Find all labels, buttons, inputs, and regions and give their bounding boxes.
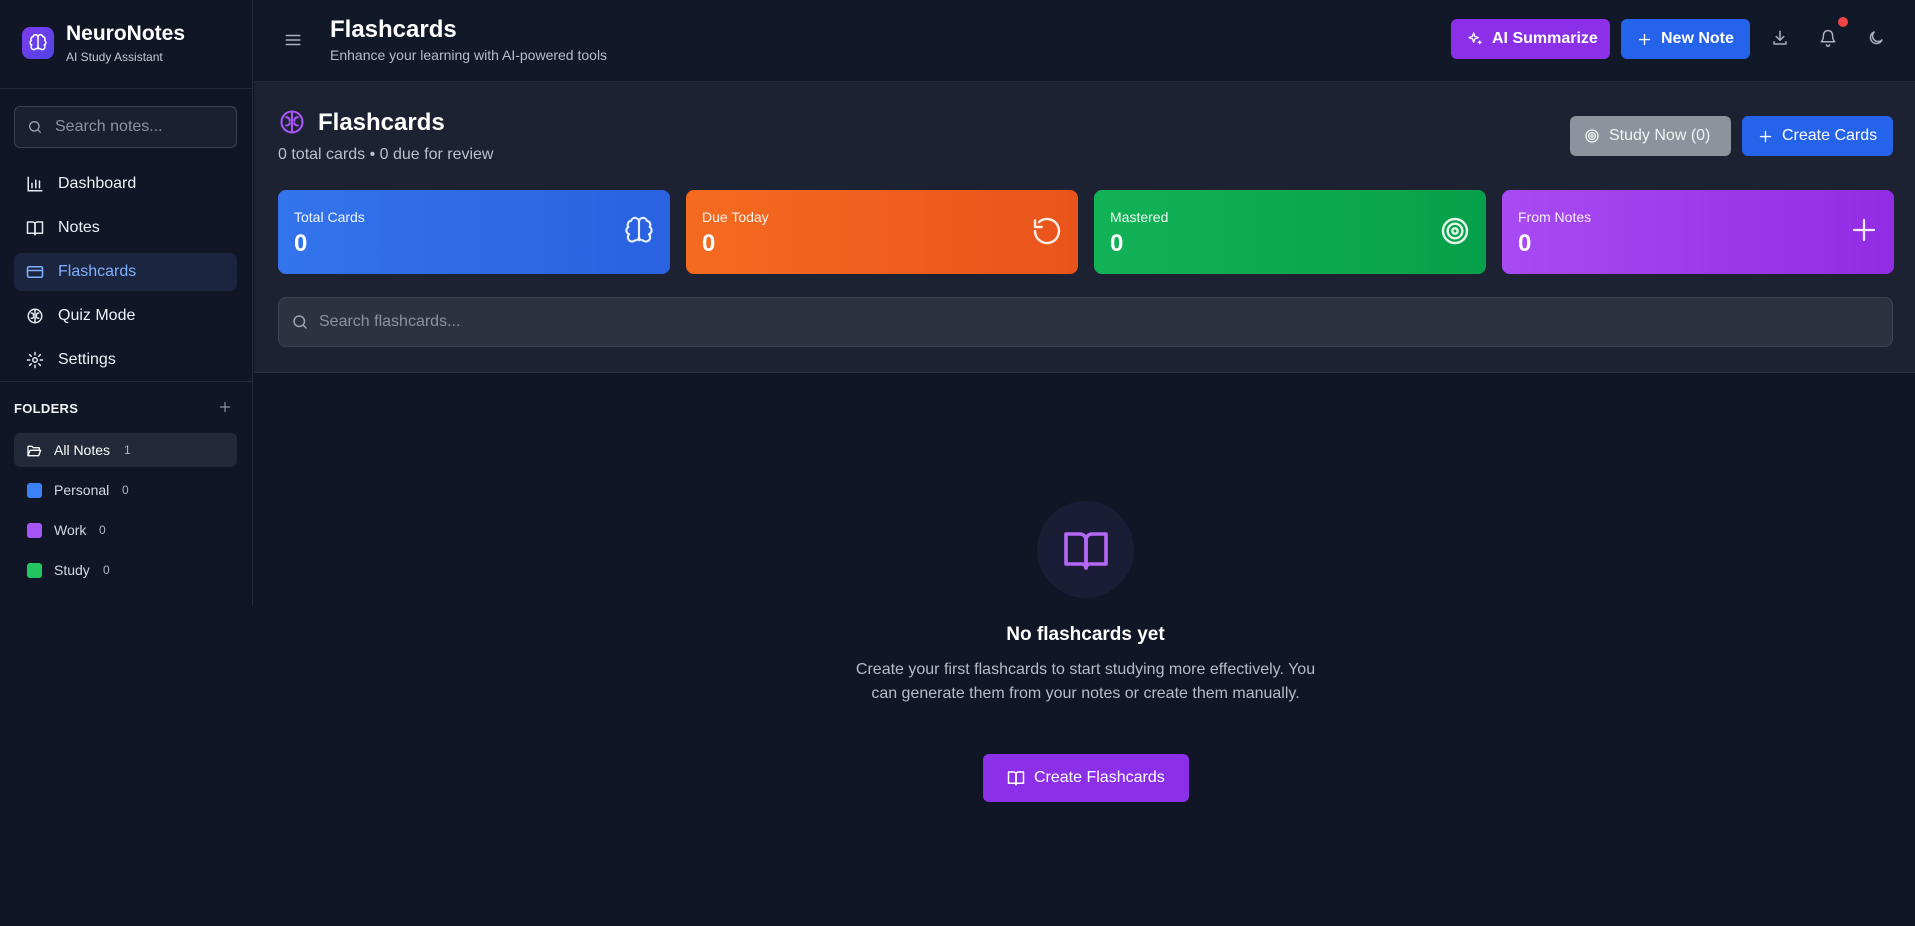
flashcards-header: Flashcards 0 total cards • 0 due for rev…: [254, 82, 1915, 373]
stat-value: 0: [702, 230, 716, 257]
stat-label: From Notes: [1518, 209, 1592, 225]
folder-count: 1: [124, 443, 131, 457]
brain-icon: [623, 215, 655, 247]
target-icon: [1439, 215, 1471, 247]
flashcards-search: [278, 297, 1893, 347]
sidebar-item-label: Flashcards: [58, 263, 137, 280]
download-icon[interactable]: [1771, 29, 1789, 47]
stat-value: 0: [1110, 230, 1124, 257]
stat-from-notes: From Notes 0: [1502, 190, 1894, 274]
moon-icon[interactable]: [1867, 29, 1885, 47]
app-tagline: AI Study Assistant: [66, 50, 163, 64]
folder-label: Study: [54, 562, 90, 578]
stat-label: Mastered: [1110, 209, 1169, 225]
folder-label: Personal: [54, 482, 110, 498]
ai-summarize-button[interactable]: AI Summarize: [1451, 19, 1610, 59]
stat-total-cards: Total Cards 0: [278, 190, 670, 274]
folder-color-swatch: [27, 523, 42, 538]
folder-study[interactable]: Study 0: [14, 553, 237, 587]
stat-due-today: Due Today 0: [686, 190, 1078, 274]
section-title: Flashcards: [318, 109, 445, 136]
page-title: Flashcards: [330, 16, 457, 43]
create-cards-label: Create Cards: [1782, 127, 1878, 144]
brain-icon: [278, 108, 306, 136]
folder-work[interactable]: Work 0: [14, 513, 237, 547]
plus-icon: [1637, 32, 1652, 47]
flashcards-search-input[interactable]: [319, 298, 1879, 346]
sidebar-item-label: Quiz Mode: [58, 307, 136, 324]
topbar: Flashcards Enhance your learning with AI…: [254, 0, 1915, 82]
menu-icon[interactable]: [284, 31, 302, 49]
sparkles-icon: [1467, 31, 1483, 47]
add-folder-icon[interactable]: [218, 400, 232, 414]
folder-count: 0: [99, 523, 106, 537]
sidebar-item-notes[interactable]: Notes: [14, 209, 237, 247]
folder-all-notes[interactable]: All Notes 1: [14, 433, 237, 467]
sidebar-item-quiz-mode[interactable]: Quiz Mode: [14, 297, 237, 335]
search-icon: [291, 313, 309, 331]
folders-heading: FOLDERS: [14, 401, 79, 416]
notification-badge: [1838, 17, 1848, 27]
sidebar-item-settings[interactable]: Settings: [14, 341, 237, 379]
empty-state-illustration: [1037, 501, 1134, 598]
stat-mastered: Mastered 0: [1094, 190, 1486, 274]
ai-summarize-label: AI Summarize: [1492, 30, 1598, 47]
gear-icon: [26, 351, 44, 369]
study-now-button[interactable]: Study Now (0): [1570, 116, 1731, 156]
create-cards-button[interactable]: Create Cards: [1742, 116, 1893, 156]
app-name: NeuroNotes: [66, 22, 186, 45]
book-icon: [26, 219, 44, 237]
folder-personal[interactable]: Personal 0: [14, 473, 237, 507]
notes-search-input[interactable]: [55, 107, 230, 147]
stat-label: Due Today: [702, 209, 769, 225]
new-note-button[interactable]: New Note: [1621, 19, 1750, 59]
folder-count: 0: [103, 563, 110, 577]
brain-icon: [26, 307, 44, 325]
folder-color-swatch: [27, 483, 42, 498]
book-open-icon: [1007, 769, 1025, 787]
sidebar-item-dashboard[interactable]: Dashboard: [14, 165, 237, 203]
sidebar: NeuroNotes AI Study Assistant Dashboard …: [0, 0, 253, 605]
folder-open-icon: [26, 443, 42, 459]
sidebar-item-flashcards[interactable]: Flashcards: [14, 253, 237, 291]
empty-state-description: Create your first flashcards to start st…: [855, 661, 1316, 702]
create-flashcards-button[interactable]: Create Flashcards: [983, 754, 1189, 802]
cards-summary: 0 total cards • 0 due for review: [278, 146, 494, 163]
rotate-icon: [1031, 215, 1063, 247]
sidebar-item-label: Dashboard: [58, 175, 137, 192]
stat-label: Total Cards: [294, 209, 365, 225]
new-note-label: New Note: [1661, 30, 1734, 47]
brand: NeuroNotes AI Study Assistant: [0, 0, 253, 89]
empty-state-title: No flashcards yet: [1006, 624, 1165, 645]
folder-label: All Notes: [54, 442, 111, 458]
study-now-label: Study Now (0): [1609, 127, 1711, 144]
brain-logo-icon: [22, 27, 54, 59]
sidebar-item-label: Notes: [58, 219, 100, 236]
plus-icon: [1849, 215, 1879, 245]
plus-icon: [1758, 129, 1773, 144]
book-open-icon: [1062, 526, 1110, 574]
notes-search: [14, 106, 237, 148]
divider: [0, 381, 253, 382]
stat-value: 0: [1518, 230, 1532, 257]
card-icon: [26, 263, 44, 281]
create-flashcards-label: Create Flashcards: [1034, 769, 1165, 786]
folder-count: 0: [122, 483, 129, 497]
folder-color-swatch: [27, 563, 42, 578]
folder-label: Work: [54, 522, 87, 538]
bell-icon[interactable]: [1819, 29, 1837, 47]
target-icon: [1584, 128, 1600, 144]
stat-value: 0: [294, 230, 308, 257]
page-subtitle: Enhance your learning with AI-powered to…: [330, 47, 608, 63]
search-icon: [27, 119, 43, 135]
bar-chart-icon: [26, 175, 44, 193]
sidebar-item-label: Settings: [58, 351, 116, 368]
